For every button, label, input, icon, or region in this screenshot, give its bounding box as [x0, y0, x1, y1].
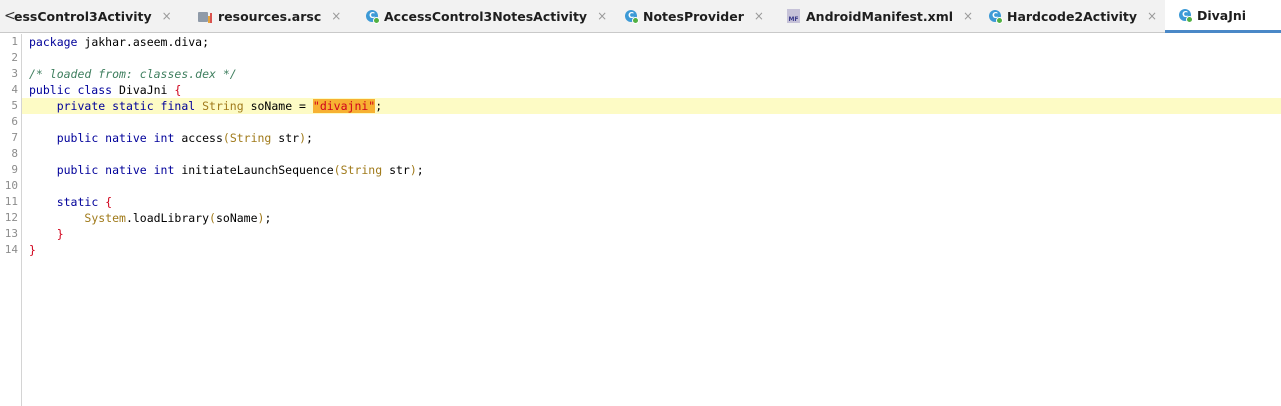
- tab-access-control3-notes-activity[interactable]: C AccessControl3NotesActivity ×: [366, 0, 606, 32]
- code-line-2[interactable]: [22, 50, 1281, 66]
- tab-label: resources.arsc: [218, 8, 322, 24]
- class-icon: C: [366, 10, 380, 24]
- class-icon: C: [1179, 9, 1193, 23]
- line-number: 13: [4, 227, 18, 240]
- line-number: 10: [4, 179, 18, 192]
- code-editor[interactable]: package jakhar.aseem.diva; /* loaded fro…: [22, 34, 1281, 258]
- code-line-5-highlighted[interactable]: private static final String soName = "di…: [22, 98, 1281, 114]
- tab-label: essControl3Activity: [14, 8, 152, 24]
- code-line-12[interactable]: System.loadLibrary(soName);: [22, 210, 1281, 226]
- code-line-14[interactable]: }: [22, 242, 1281, 258]
- tab-android-manifest[interactable]: MF AndroidManifest.xml ×: [787, 0, 977, 32]
- close-icon[interactable]: ×: [597, 9, 606, 23]
- line-number-gutter: 1 2 3 4 5 6 7 8 9 10 11 12 13 14: [0, 34, 22, 406]
- code-line-1[interactable]: package jakhar.aseem.diva;: [22, 34, 1281, 50]
- tab-label: AccessControl3NotesActivity: [384, 8, 588, 24]
- line-number: 3: [11, 67, 18, 80]
- tab-label: AndroidManifest.xml: [806, 8, 954, 24]
- line-number: 1: [11, 35, 18, 48]
- close-icon[interactable]: ×: [754, 9, 764, 23]
- code-line-8[interactable]: [22, 146, 1281, 162]
- line-number: 8: [11, 147, 18, 160]
- tab-label: Hardcode2Activity: [1007, 8, 1138, 24]
- editor-tab-bar: < essControl3Activity × resources.arsc ×…: [0, 0, 1281, 33]
- close-icon[interactable]: ×: [963, 9, 973, 23]
- tab-label: NotesProvider: [643, 8, 744, 24]
- line-number: 4: [11, 83, 18, 96]
- tab-resources-arsc[interactable]: resources.arsc ×: [198, 0, 348, 32]
- line-number: 2: [11, 51, 18, 64]
- close-icon[interactable]: ×: [162, 9, 172, 23]
- line-number: 14: [4, 243, 18, 256]
- code-line-11[interactable]: static {: [22, 194, 1281, 210]
- line-number: 5: [11, 99, 18, 112]
- class-icon: C: [625, 10, 639, 24]
- code-line-13[interactable]: }: [22, 226, 1281, 242]
- tab-notes-provider[interactable]: C NotesProvider ×: [625, 0, 775, 32]
- code-line-3[interactable]: /* loaded from: classes.dex */: [22, 66, 1281, 82]
- line-number: 6: [11, 115, 18, 128]
- line-number: 11: [4, 195, 18, 208]
- line-number: 7: [11, 131, 18, 144]
- close-icon[interactable]: ×: [331, 9, 341, 23]
- tab-access-control3-activity[interactable]: essControl3Activity ×: [14, 0, 184, 32]
- class-icon: C: [989, 10, 1003, 24]
- string-literal-divajni[interactable]: "divajni": [312, 99, 376, 113]
- tab-label: DivaJni: [1197, 7, 1247, 23]
- manifest-icon: MF: [787, 9, 800, 23]
- code-line-9[interactable]: public native int initiateLaunchSequence…: [22, 162, 1281, 178]
- line-number: 9: [11, 163, 18, 176]
- close-icon[interactable]: ×: [1147, 9, 1157, 23]
- tab-diva-jni[interactable]: C DivaJni: [1165, 0, 1281, 33]
- code-line-4[interactable]: public class DivaJni {: [22, 82, 1281, 98]
- resources-icon: [198, 10, 212, 23]
- code-line-6[interactable]: [22, 114, 1281, 130]
- code-line-10[interactable]: [22, 178, 1281, 194]
- code-line-7[interactable]: public native int access(String str);: [22, 130, 1281, 146]
- line-number: 12: [4, 211, 18, 224]
- tab-hardcode2-activity[interactable]: C Hardcode2Activity ×: [989, 0, 1161, 32]
